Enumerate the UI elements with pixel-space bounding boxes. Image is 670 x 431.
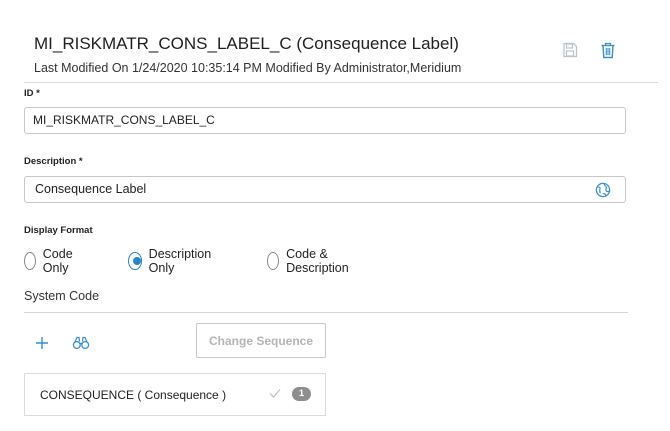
list-item-text: CONSEQUENCE ( Consequence ) [40, 388, 227, 402]
page-title: MI_RISKMATR_CONS_LABEL_C (Consequence La… [34, 34, 459, 53]
id-label: ID * [24, 88, 40, 99]
radio-label: Code & Description [286, 247, 349, 275]
trash-icon [601, 42, 615, 58]
delete-button[interactable] [598, 40, 618, 60]
list-item[interactable]: CONSEQUENCE ( Consequence ) 1 [24, 373, 326, 416]
check-icon [269, 389, 281, 398]
id-value: MI_RISKMATR_CONS_LABEL_C [33, 113, 215, 127]
count-badge: 1 [292, 387, 311, 401]
radio-description-only[interactable]: Description Only [128, 247, 216, 275]
id-field[interactable]: MI_RISKMATR_CONS_LABEL_C [24, 107, 626, 134]
save-button[interactable] [560, 40, 580, 60]
header-divider [24, 82, 658, 83]
add-button[interactable] [31, 333, 53, 353]
radio-code-and-description[interactable]: Code & Description [267, 247, 355, 275]
system-code-title: System Code [24, 289, 100, 303]
radio-code-only[interactable]: Code Only [24, 247, 79, 275]
globe-icon[interactable] [595, 182, 611, 198]
description-label: Description * [24, 156, 83, 167]
last-modified-text: Last Modified On 1/24/2020 10:35:14 PM M… [34, 61, 462, 75]
radio-circle [267, 252, 280, 270]
plus-icon [36, 337, 48, 349]
radio-label: Description Only [148, 247, 212, 275]
display-format-label: Display Format [24, 225, 93, 236]
save-icon [563, 42, 578, 58]
radio-label: Code Only [42, 247, 73, 275]
binoculars-icon [72, 336, 90, 350]
change-sequence-button[interactable]: Change Sequence [196, 323, 326, 358]
description-value: Consequence Label [35, 182, 147, 196]
radio-circle [24, 252, 36, 270]
system-code-divider [24, 312, 628, 313]
description-field[interactable]: Consequence Label [24, 176, 626, 203]
find-button[interactable] [70, 333, 92, 353]
radio-circle-selected [128, 252, 142, 270]
